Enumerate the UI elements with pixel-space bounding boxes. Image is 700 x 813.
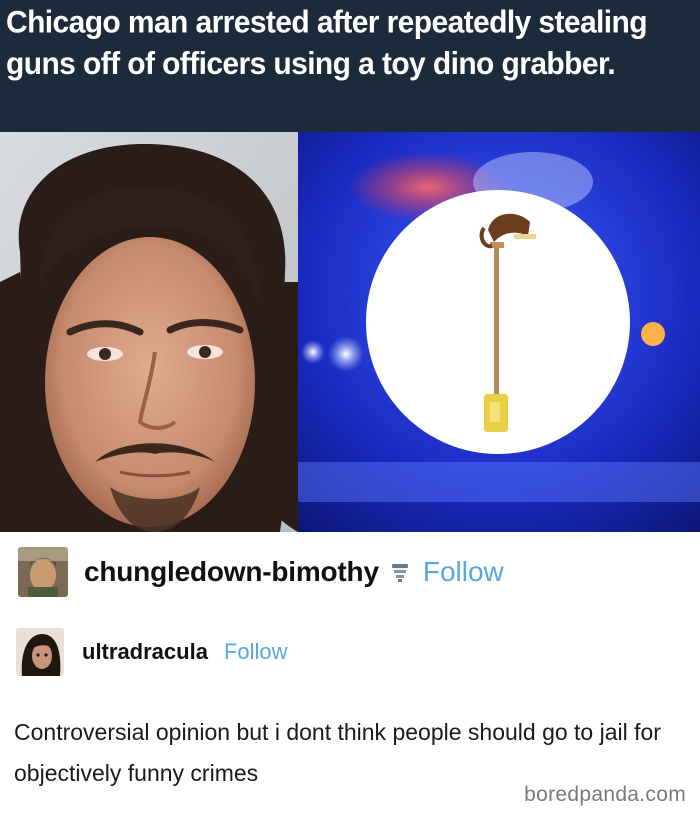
tumblr-post: chungledown-bimothy Follow ultradracula … bbox=[0, 532, 700, 813]
photo-row bbox=[0, 132, 700, 532]
post-header-user1: chungledown-bimothy Follow bbox=[18, 546, 504, 598]
username[interactable]: chungledown-bimothy bbox=[84, 556, 379, 588]
post-body-text: Controversial opinion but i dont think p… bbox=[14, 719, 661, 786]
avatar[interactable] bbox=[16, 628, 64, 676]
sprinkler-icon bbox=[391, 564, 408, 582]
follow-button[interactable]: Follow bbox=[423, 556, 504, 588]
police-lights-image bbox=[298, 132, 700, 532]
username[interactable]: ultradracula bbox=[82, 639, 208, 665]
headline-banner: Chicago man arrested after repeatedly st… bbox=[0, 0, 700, 132]
headline-text: Chicago man arrested after repeatedly st… bbox=[6, 5, 648, 82]
avatar[interactable] bbox=[18, 547, 68, 597]
mugshot-image bbox=[0, 132, 298, 532]
follow-button[interactable]: Follow bbox=[224, 639, 288, 665]
watermark: boredpanda.com bbox=[524, 783, 686, 806]
post-header-user2: ultradracula Follow bbox=[16, 628, 288, 676]
